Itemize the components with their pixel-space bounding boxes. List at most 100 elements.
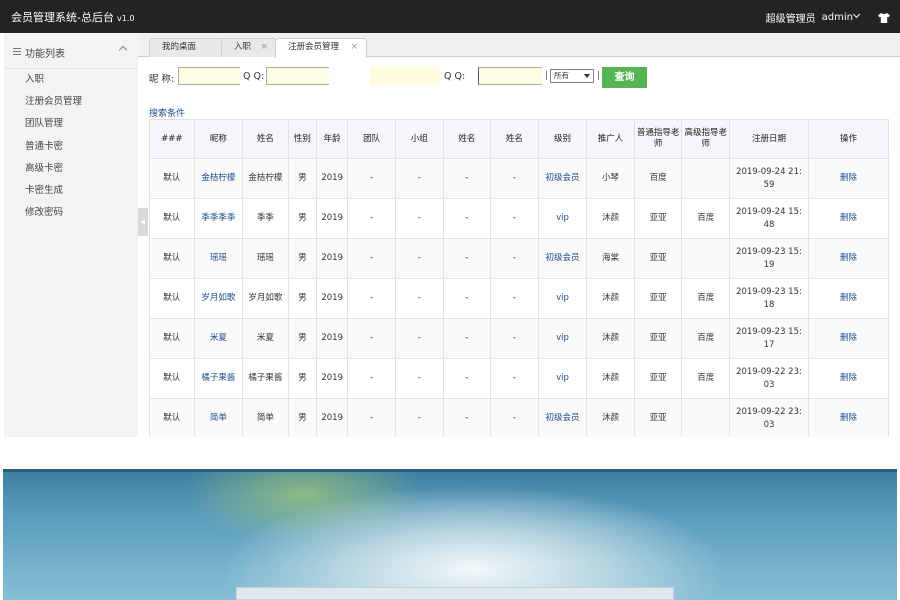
age-cell: 2019 <box>315 238 349 279</box>
name-cell: - <box>442 278 492 319</box>
senior-mentor-cell <box>681 238 730 279</box>
column-header: 推广人 <box>586 119 635 159</box>
search-bar: 昵 称: Q Q: Q Q: | 所有 | 查询 <box>138 57 900 101</box>
nickname-link[interactable]: 岁月如歌 <box>193 278 244 319</box>
sidebar-title: 功能列表 <box>25 49 65 60</box>
gender-cell: 男 <box>287 278 318 319</box>
tab-my-desktop[interactable]: 我的桌面 <box>149 38 225 57</box>
chevron-down-icon <box>852 10 861 19</box>
level-cell[interactable]: 初级会员 <box>537 398 588 437</box>
sidebar-item-card-generation[interactable]: 卡密生成 <box>4 180 138 202</box>
level-select-value: 所有 <box>554 71 569 80</box>
level-cell[interactable]: vip <box>537 278 588 319</box>
user-role: 超级管理员 <box>765 14 816 25</box>
nickname-link[interactable]: 瑶瑶 <box>193 238 244 279</box>
delete-button[interactable]: 删除 <box>807 198 890 239</box>
nickname-link[interactable]: 季季季季 <box>193 198 244 239</box>
delete-button[interactable]: 删除 <box>807 158 890 199</box>
delete-button[interactable]: 删除 <box>807 238 890 279</box>
name-cell: - <box>490 238 539 279</box>
name-cell: 瑶瑶 <box>242 238 289 279</box>
sidebar-item-advanced-cards[interactable]: 高级卡密 <box>4 158 138 180</box>
sidebar-item-team-management[interactable]: 团队管理 <box>4 113 138 135</box>
gender-cell: 男 <box>287 158 318 199</box>
default-button[interactable]: 默认 <box>149 158 195 199</box>
column-header: 普通指导老师 <box>633 119 683 159</box>
group-cell: - <box>394 358 444 399</box>
age-cell: 2019 <box>315 318 349 359</box>
name-cell: 岁月如歌 <box>242 278 289 319</box>
sidebar-item-normal-cards[interactable]: 普通卡密 <box>4 136 138 158</box>
delete-button[interactable]: 删除 <box>807 358 890 399</box>
level-cell[interactable]: vip <box>537 358 588 399</box>
level-select[interactable]: 所有 <box>550 69 594 83</box>
close-icon[interactable]: × <box>260 39 268 56</box>
search-button[interactable]: 查询 <box>602 67 647 88</box>
column-header: 性别 <box>287 119 318 159</box>
nickname-link[interactable]: 金桔柠檬 <box>193 158 244 199</box>
app-title: 会员管理系统-总后台 <box>11 11 114 24</box>
close-icon[interactable]: × <box>350 39 358 56</box>
default-button[interactable]: 默认 <box>149 358 195 399</box>
name-input[interactable] <box>370 67 440 85</box>
members-table: ### 昵称 姓名 性别 年龄 团队 小组 姓名 姓名 级别 推广人 普通指导老… <box>149 119 890 437</box>
shirt-icon[interactable] <box>878 12 890 23</box>
nickname-link[interactable]: 简单 <box>193 398 244 437</box>
sidebar-item-member-management[interactable]: 注册会员管理 <box>4 91 138 113</box>
promoter-cell: 沐颜 <box>586 398 635 437</box>
senior-mentor-cell: 百度 <box>681 318 730 359</box>
group-cell: - <box>394 158 444 199</box>
default-button[interactable]: 默认 <box>149 318 195 359</box>
register-date-cell: 2019-09-24 15:48 <box>729 198 809 239</box>
column-header: 姓名 <box>242 119 289 159</box>
senior-mentor-cell <box>681 158 730 199</box>
qq-input-2[interactable] <box>478 67 542 85</box>
default-button[interactable]: 默认 <box>149 398 195 437</box>
tab-onboarding[interactable]: 入职 × <box>221 38 277 57</box>
gender-cell: 男 <box>287 398 318 437</box>
age-cell: 2019 <box>315 198 349 239</box>
tab-member-management[interactable]: 注册会员管理 × <box>275 38 367 58</box>
name-cell: - <box>490 358 539 399</box>
nickname-link[interactable]: 米夏 <box>193 318 244 359</box>
sidebar-item-onboarding[interactable]: 入职 <box>4 69 138 91</box>
column-header: 操作 <box>807 119 890 159</box>
sidebar-item-change-password[interactable]: 修改密码 <box>4 202 138 224</box>
column-header: 姓名 <box>490 119 539 159</box>
user-menu[interactable]: admin <box>822 10 862 23</box>
nickname-link[interactable]: 橘子果酱 <box>193 358 244 399</box>
column-header: 高级指导老师 <box>681 119 730 159</box>
delete-button[interactable]: 删除 <box>807 278 890 319</box>
sidebar-menu: 入职 注册会员管理 团队管理 普通卡密 高级卡密 卡密生成 修改密码 <box>4 69 138 224</box>
group-cell: - <box>394 198 444 239</box>
level-cell[interactable]: vip <box>537 318 588 359</box>
tab-label: 入职 <box>234 42 252 52</box>
senior-mentor-cell: 百度 <box>681 358 730 399</box>
tab-label: 注册会员管理 <box>288 42 340 52</box>
register-date-cell: 2019-09-23 15:17 <box>729 318 809 359</box>
list-icon <box>13 48 21 55</box>
column-header: 姓名 <box>442 119 492 159</box>
nickname-input[interactable] <box>178 67 240 85</box>
level-cell[interactable]: 初级会员 <box>537 238 588 279</box>
default-button[interactable]: 默认 <box>149 278 195 319</box>
level-cell[interactable]: vip <box>537 198 588 239</box>
qq-input[interactable] <box>266 67 329 85</box>
promoter-cell: 海棠 <box>586 238 635 279</box>
promoter-cell: 小琴 <box>586 158 635 199</box>
promoter-cell: 沐颜 <box>586 278 635 319</box>
default-button[interactable]: 默认 <box>149 238 195 279</box>
level-cell[interactable]: 初级会员 <box>537 158 588 199</box>
column-header: 注册日期 <box>729 119 809 159</box>
delete-button[interactable]: 删除 <box>807 318 890 359</box>
chevron-up-icon[interactable] <box>118 45 128 55</box>
promoter-cell: 沐颜 <box>586 198 635 239</box>
name-cell: - <box>442 358 492 399</box>
senior-mentor-cell: 百度 <box>681 198 730 239</box>
gender-cell: 男 <box>287 318 318 359</box>
table-row: 默认 橘子果酱 橘子果酱男 2019- - - - vip 沐颜 亚亚 百度 2019-09-22 2… <box>149 358 890 399</box>
sidebar-toggle-icon[interactable] <box>138 208 148 236</box>
promoter-cell: 沐颜 <box>586 318 635 359</box>
default-button[interactable]: 默认 <box>149 198 195 239</box>
delete-button[interactable]: 删除 <box>807 398 890 437</box>
